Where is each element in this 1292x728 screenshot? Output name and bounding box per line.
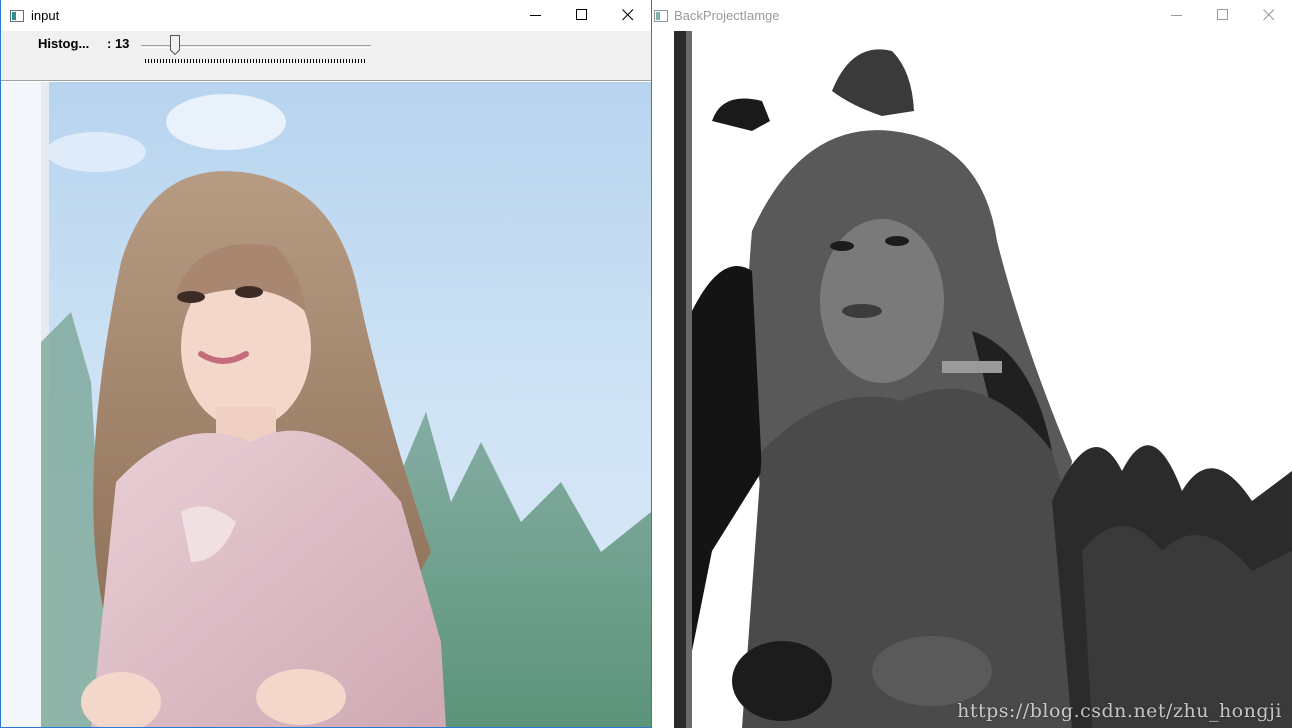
backproject-titlebar[interactable]: BackProjectIamge — [652, 0, 1292, 31]
trackbar-value: : 13 — [107, 36, 130, 51]
trackbar-panel: Histog... : 13 — [1, 31, 651, 81]
watermark-text: https://blog.csdn.net/zhu_hongji — [957, 700, 1282, 722]
histogram-bins-slider[interactable] — [141, 35, 373, 63]
slider-ticks — [145, 59, 367, 63]
trackbar-label: Histog... — [38, 36, 90, 51]
minimize-button[interactable] — [513, 0, 559, 31]
input-titlebar[interactable]: input — [1, 0, 651, 31]
input-photo — [1, 82, 651, 727]
app-window-icon — [654, 9, 668, 22]
minimize-button[interactable] — [1154, 0, 1200, 31]
close-button[interactable] — [1246, 0, 1292, 31]
backproject-image-render — [652, 31, 1292, 728]
app-window-icon — [10, 9, 24, 22]
slider-thumb[interactable] — [169, 35, 180, 56]
backproject-image: https://blog.csdn.net/zhu_hongji — [652, 31, 1292, 728]
maximize-icon — [1217, 9, 1228, 20]
maximize-button[interactable] — [559, 0, 605, 31]
window-title: input — [31, 8, 60, 23]
backproject-window: BackProjectIamge https://blog.csdn.net/z… — [652, 0, 1292, 728]
maximize-button[interactable] — [1200, 0, 1246, 31]
close-icon — [1263, 9, 1275, 21]
minimize-icon — [1171, 15, 1182, 16]
close-button[interactable] — [605, 0, 651, 31]
input-photo-image — [1, 82, 651, 727]
minimize-icon — [530, 15, 541, 16]
close-icon — [622, 9, 634, 21]
window-title: BackProjectIamge — [674, 8, 780, 23]
maximize-icon — [576, 9, 587, 20]
input-window: input Histog... : 13 — [0, 0, 652, 728]
